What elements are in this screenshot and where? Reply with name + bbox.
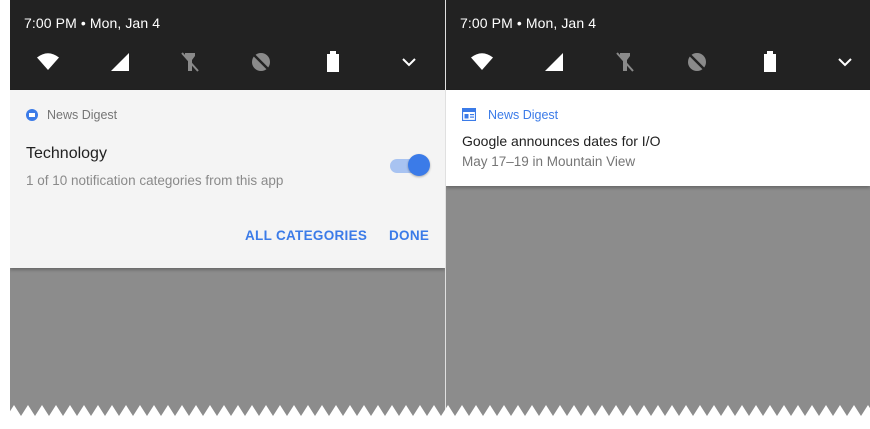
quick-settings-row (10, 48, 445, 76)
category-title: Technology (26, 145, 107, 162)
do-not-disturb-icon[interactable] (683, 48, 711, 76)
category-toggle[interactable] (388, 153, 432, 179)
notification-detail: May 17–19 in Mountain View (462, 154, 636, 169)
cell-signal-icon[interactable] (107, 48, 135, 76)
notification-settings-card: News Digest Technology 1 of 10 notificat… (10, 90, 445, 268)
notification-shade-header: 7:00 PM • Mon, Jan 4 (10, 0, 445, 90)
chevron-down-icon[interactable] (831, 48, 859, 76)
news-app-icon (462, 108, 476, 121)
done-button[interactable]: DONE (389, 228, 429, 243)
news-app-icon (26, 109, 38, 121)
status-time-date: 7:00 PM • Mon, Jan 4 (24, 15, 161, 31)
left-screen: 7:00 PM • Mon, Jan 4 News Digest Technol… (10, 0, 445, 416)
notification-headline: Google announces dates for I/O (462, 133, 661, 149)
toggle-thumb (408, 154, 430, 176)
wifi-icon[interactable] (468, 48, 496, 76)
app-name: News Digest (47, 108, 118, 122)
flashlight-off-icon[interactable] (176, 48, 204, 76)
right-screen: 7:00 PM • Mon, Jan 4 News Digest Google … (446, 0, 870, 416)
all-categories-button[interactable]: ALL CATEGORIES (245, 228, 367, 243)
wifi-icon[interactable] (34, 48, 62, 76)
quick-settings-row (446, 48, 870, 76)
app-name: News Digest (488, 108, 559, 122)
torn-edge-decoration (0, 405, 870, 429)
flashlight-off-icon[interactable] (611, 48, 639, 76)
chevron-down-icon[interactable] (395, 48, 423, 76)
status-time-date: 7:00 PM • Mon, Jan 4 (460, 15, 597, 31)
notification-shade-header: 7:00 PM • Mon, Jan 4 (446, 0, 870, 90)
battery-icon[interactable] (319, 48, 347, 76)
battery-icon[interactable] (756, 48, 784, 76)
cell-signal-icon[interactable] (541, 48, 569, 76)
notification-card[interactable]: News Digest Google announces dates for I… (446, 90, 870, 186)
category-subtitle: 1 of 10 notification categories from thi… (26, 173, 284, 188)
do-not-disturb-icon[interactable] (247, 48, 275, 76)
